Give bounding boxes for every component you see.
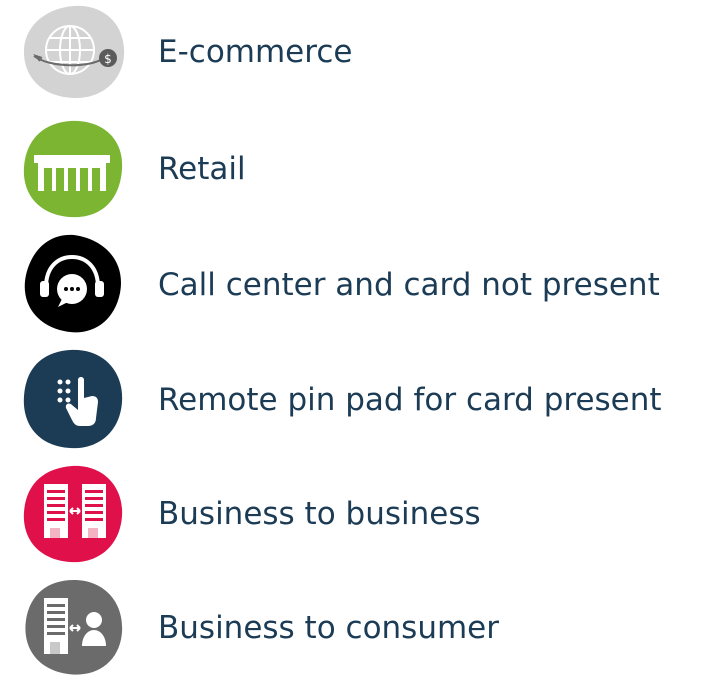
- storefront-icon: [20, 115, 128, 223]
- list-item-label: Remote pin pad for card present: [158, 382, 662, 418]
- globe-dollar-icon: $: [20, 0, 128, 106]
- list-item-label: Retail: [158, 151, 246, 187]
- list-item-business-to-business: Business to business: [0, 460, 723, 568]
- list-item-business-to-consumer: Business to consumer: [0, 574, 723, 682]
- list-item-label: Business to business: [158, 496, 481, 532]
- headset-chat-icon: [20, 231, 128, 339]
- svg-text:$: $: [104, 52, 112, 66]
- list-item-label: Call center and card not present: [158, 267, 660, 303]
- list-item-ecommerce: $ E-commerce: [0, 0, 723, 106]
- list-item-retail: Retail: [0, 115, 723, 223]
- building-person-exchange-icon: [20, 574, 128, 682]
- buildings-exchange-icon: [20, 460, 128, 568]
- keypad-hand-icon: [20, 346, 128, 454]
- list-item-label: Business to consumer: [158, 610, 499, 646]
- list-item-label: E-commerce: [158, 34, 353, 70]
- list-item-call-center: Call center and card not present: [0, 231, 723, 339]
- list-item-remote-pin-pad: Remote pin pad for card present: [0, 346, 723, 454]
